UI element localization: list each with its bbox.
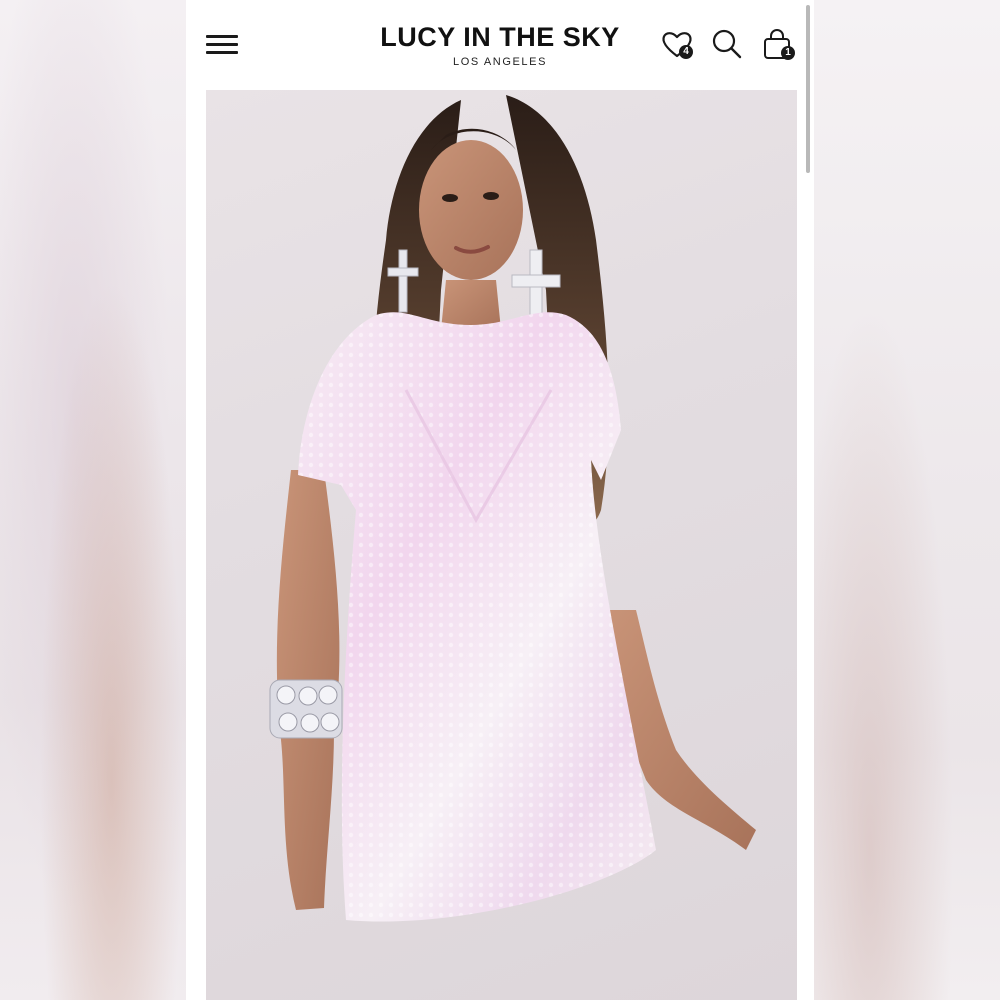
- wishlist-count-badge: 4: [679, 45, 693, 59]
- hamburger-icon-line: [206, 51, 238, 54]
- cart-button[interactable]: 1: [759, 26, 795, 62]
- brand-logo[interactable]: LUCY IN THE SKY LOS ANGELES: [350, 20, 650, 68]
- hamburger-icon-line: [206, 43, 238, 46]
- product-image[interactable]: [206, 90, 797, 1000]
- scrollbar[interactable]: [806, 5, 810, 173]
- blurred-backdrop-right: [814, 0, 1000, 1000]
- wishlist-button[interactable]: 4: [659, 26, 695, 62]
- site-header: LUCY IN THE SKY LOS ANGELES 4 1: [186, 0, 814, 173]
- menu-button[interactable]: [204, 32, 240, 58]
- search-button[interactable]: [709, 26, 745, 62]
- phone-screen: LUCY IN THE SKY LOS ANGELES 4 1: [186, 0, 814, 1000]
- search-icon: [712, 29, 742, 59]
- product-photo-illustration: [269, 95, 756, 922]
- brand-subtitle: LOS ANGELES: [452, 56, 548, 68]
- brand-name: LUCY IN THE SKY: [380, 22, 620, 52]
- blurred-backdrop-left: [0, 0, 186, 1000]
- hamburger-icon-line: [206, 35, 238, 38]
- cart-count-badge: 1: [781, 46, 795, 60]
- crystal-bracelet: [269, 679, 343, 739]
